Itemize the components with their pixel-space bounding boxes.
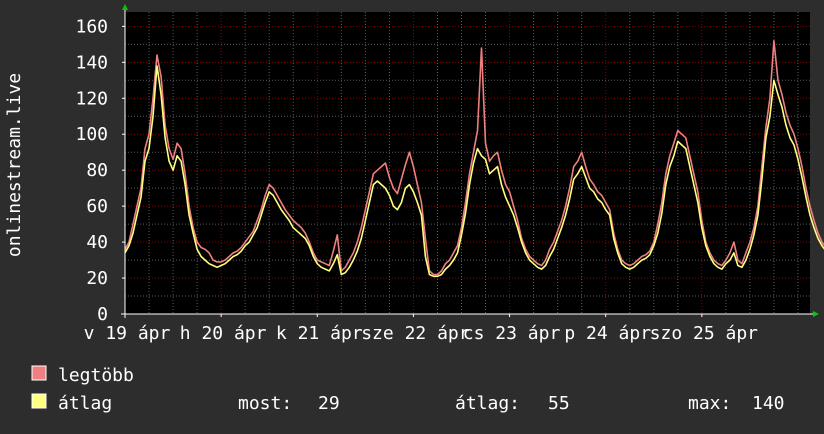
x-tick-label: k 21 ápr — [276, 323, 363, 344]
y-tick-label: 60 — [86, 196, 108, 217]
y-tick-label: 40 — [86, 232, 108, 253]
y-tick-labels: 0 20 40 60 80 100 120 140 160 — [75, 16, 108, 325]
x-tick-label: h 20 ápr — [180, 323, 267, 344]
y-tick-label: 20 — [86, 268, 108, 289]
x-tick-label: p 24 ápr — [564, 323, 651, 344]
legend-label-avg: átlag — [58, 393, 112, 414]
legend: legtöbb átlag — [31, 365, 134, 414]
stat-now-value: 29 — [318, 393, 340, 414]
y-tick-label: 100 — [75, 124, 108, 145]
y-tick-label: 80 — [86, 160, 108, 181]
legend-item-max: legtöbb — [31, 365, 134, 386]
stat-now-label: most: — [238, 393, 292, 414]
legend-item-avg: átlag — [31, 393, 112, 414]
x-tick-label: sze 22 ápr — [361, 323, 470, 344]
y-tick-label: 140 — [75, 52, 108, 73]
x-tick-label: v 19 ápr — [84, 323, 171, 344]
x-tick-label: szo 25 ápr — [650, 323, 759, 344]
x-tick-labels: v 19 ápr h 20 ápr k 21 áprsze 22 áprcs 23 … — [84, 323, 759, 344]
stat-max-value: 140 — [752, 393, 785, 414]
stat-avg-label: átlag: — [455, 393, 520, 414]
chart-svg: 0 20 40 60 80 100 120 140 160 v 19 ápr h 20 ápr k … — [4, 4, 824, 414]
stat-avg-value: 55 — [548, 393, 570, 414]
stats: most: 29 átlag: 55 max: 140 — [238, 393, 785, 414]
plot-area — [125, 12, 810, 314]
x-tick-label: cs 23 ápr — [463, 323, 561, 344]
y-axis-label: onlinestream.live — [4, 73, 25, 257]
legend-label-max: legtöbb — [58, 365, 134, 386]
y-tick-label: 120 — [75, 88, 108, 109]
chart: 0 20 40 60 80 100 120 140 160 v 19 ápr h 20 ápr k … — [0, 0, 824, 430]
legend-swatch-avg — [31, 393, 47, 409]
legend-swatch-max — [31, 365, 47, 381]
stat-max-label: max: — [688, 393, 731, 414]
x-axis-arrow — [813, 311, 819, 317]
y-tick-label: 160 — [75, 16, 108, 37]
y-axis-arrow — [122, 4, 128, 10]
y-tick-label: 0 — [97, 304, 108, 325]
